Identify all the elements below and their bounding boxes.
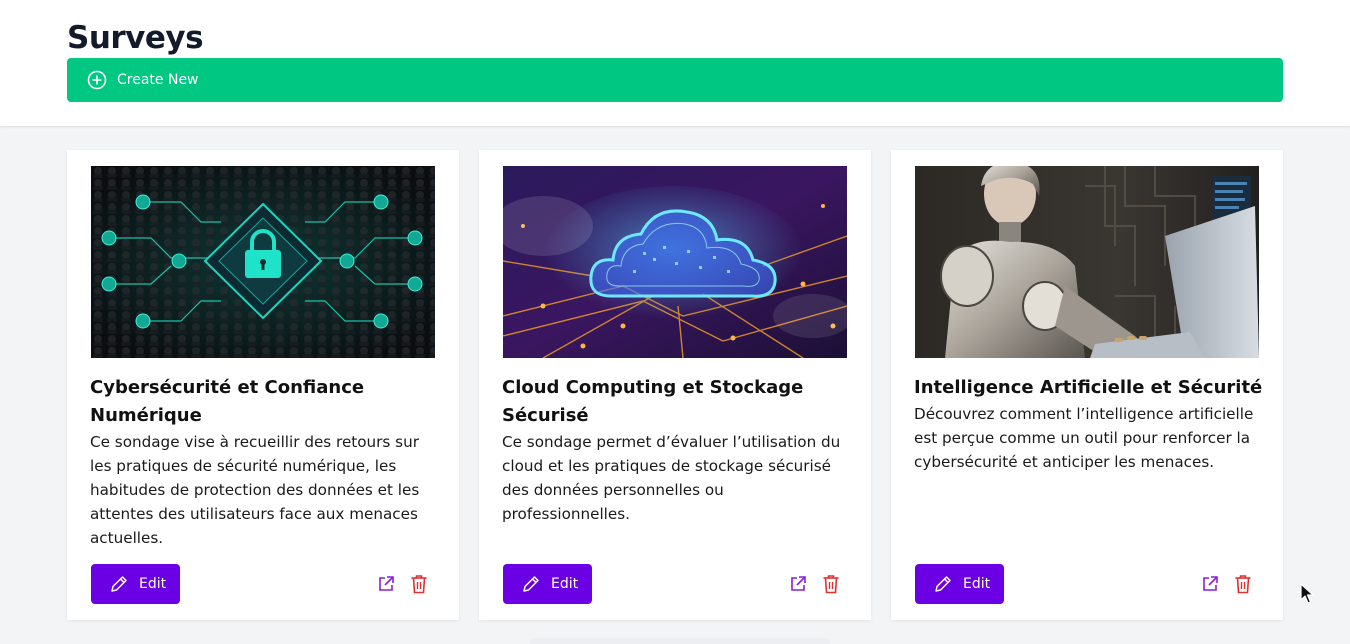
page-title: Surveys bbox=[67, 20, 204, 56]
external-link-icon[interactable] bbox=[377, 575, 395, 593]
create-new-button[interactable]: Create New bbox=[67, 58, 1283, 102]
card-title: Cybersécurité et Confiance Numérique bbox=[90, 377, 365, 426]
trash-icon[interactable] bbox=[822, 574, 840, 594]
card-title: Cloud Computing et Stockage Sécurisé bbox=[502, 377, 804, 426]
cloud-circuit-board-image bbox=[503, 166, 847, 358]
edit-button[interactable]: Edit bbox=[503, 564, 592, 604]
robot-woman-laptop-image bbox=[915, 166, 1259, 358]
page-header: Surveys Create New bbox=[0, 0, 1350, 127]
create-new-label: Create New bbox=[117, 72, 199, 88]
mouse-cursor-icon bbox=[1300, 583, 1314, 604]
plus-circle-icon bbox=[87, 70, 107, 90]
survey-card: Cloud Computing et Stockage Sécurisé Ce … bbox=[479, 150, 871, 620]
pencil-icon bbox=[109, 574, 129, 594]
survey-card: Cybersécurité et Confiance Numérique Ce … bbox=[67, 150, 459, 620]
trash-icon[interactable] bbox=[410, 574, 428, 594]
card-title: Intelligence Artificielle et Sécurité bbox=[914, 377, 1263, 398]
edit-label: Edit bbox=[139, 576, 167, 592]
card-description: Ce sondage permet d’évaluer l’utilisatio… bbox=[502, 433, 841, 523]
card-description: Ce sondage vise à recueillir des retours… bbox=[90, 433, 420, 547]
external-link-icon[interactable] bbox=[1201, 575, 1219, 593]
next-row-edge bbox=[530, 638, 830, 644]
edit-label: Edit bbox=[963, 576, 991, 592]
card-description: Découvrez comment l’intelligence artific… bbox=[914, 405, 1254, 471]
pencil-icon bbox=[933, 574, 953, 594]
pencil-icon bbox=[521, 574, 541, 594]
cybersecurity-lock-network-image bbox=[91, 166, 435, 358]
external-link-icon[interactable] bbox=[789, 575, 807, 593]
survey-card: Intelligence Artificielle et Sécurité Dé… bbox=[891, 150, 1283, 620]
edit-button[interactable]: Edit bbox=[91, 564, 180, 604]
trash-icon[interactable] bbox=[1234, 574, 1252, 594]
edit-label: Edit bbox=[551, 576, 579, 592]
edit-button[interactable]: Edit bbox=[915, 564, 1004, 604]
